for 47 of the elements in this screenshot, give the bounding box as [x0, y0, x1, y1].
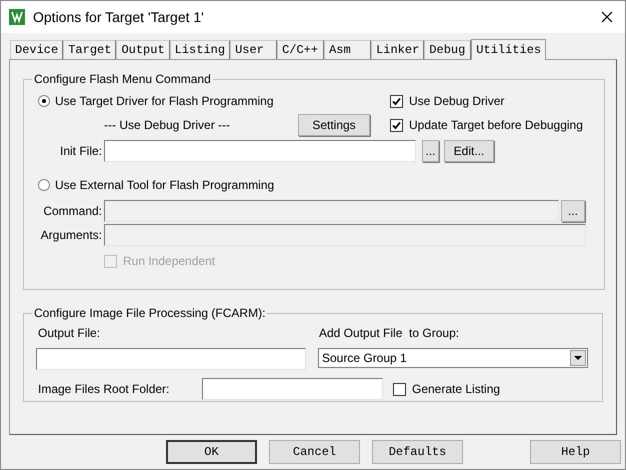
edit-button[interactable]: Edit...: [444, 140, 494, 162]
checkbox[interactable]: [390, 118, 403, 132]
checkbox-label: Use Debug Driver: [409, 93, 504, 110]
checkbox-label: Run Independent: [123, 253, 216, 270]
check-icon: [392, 96, 401, 106]
dropdown[interactable]: Source Group 1: [318, 348, 588, 368]
dialog-button[interactable]: OK: [166, 440, 257, 464]
tab[interactable]: Debug: [424, 40, 472, 59]
text-field[interactable]: [36, 348, 306, 370]
dropdown-arrow-icon: [574, 356, 582, 360]
tab[interactable]: Listing: [170, 40, 230, 59]
tab[interactable]: Target: [63, 40, 116, 59]
field-label: Arguments:: [40, 227, 103, 244]
field-label: Add Output File to Group:: [318, 325, 460, 342]
text-field[interactable]: [202, 378, 383, 400]
field-label: Init File:: [58, 143, 103, 160]
group-title: Configure Flash Menu Command: [33, 71, 212, 88]
group-title: Configure Image File Processing (FCARM):: [33, 305, 266, 322]
field-label: Image Files Root Folder:: [37, 381, 170, 398]
radio-label: Use External Tool for Flash Programming: [55, 177, 274, 194]
check-icon: [392, 120, 401, 130]
tab[interactable]: Linker: [371, 40, 424, 59]
checkbox-label: Update Target before Debugging: [409, 117, 583, 134]
checkbox-label: Generate Listing: [412, 381, 500, 398]
radio-button[interactable]: [38, 95, 50, 107]
tab[interactable]: Device: [10, 40, 64, 59]
field-label: Output File:: [37, 325, 102, 342]
dialog-button[interactable]: Defaults: [372, 440, 463, 464]
checkbox[interactable]: [390, 94, 403, 108]
tab[interactable]: Output: [116, 40, 170, 59]
tab[interactable]: Utilities: [471, 39, 546, 60]
dialog-button[interactable]: Help: [530, 440, 621, 464]
radio-label: Use Target Driver for Flash Programming: [55, 93, 274, 110]
close-icon[interactable]: [601, 11, 613, 23]
field-label: Command:: [42, 203, 103, 220]
settings-button[interactable]: Settings: [298, 114, 370, 136]
browse-button[interactable]: ...: [422, 140, 439, 162]
driver-label: --- Use Debug Driver ---: [104, 117, 232, 134]
dialog-button[interactable]: Cancel: [269, 440, 360, 464]
window-title: Options for Target 'Target 1': [33, 8, 205, 27]
text-field[interactable]: [104, 140, 416, 162]
tab[interactable]: Asm: [324, 40, 372, 59]
tab[interactable]: C/C++: [277, 40, 324, 59]
tab[interactable]: User: [230, 40, 278, 59]
checkbox[interactable]: [393, 382, 406, 396]
radio-button[interactable]: [38, 179, 50, 191]
app-icon: [9, 9, 25, 25]
